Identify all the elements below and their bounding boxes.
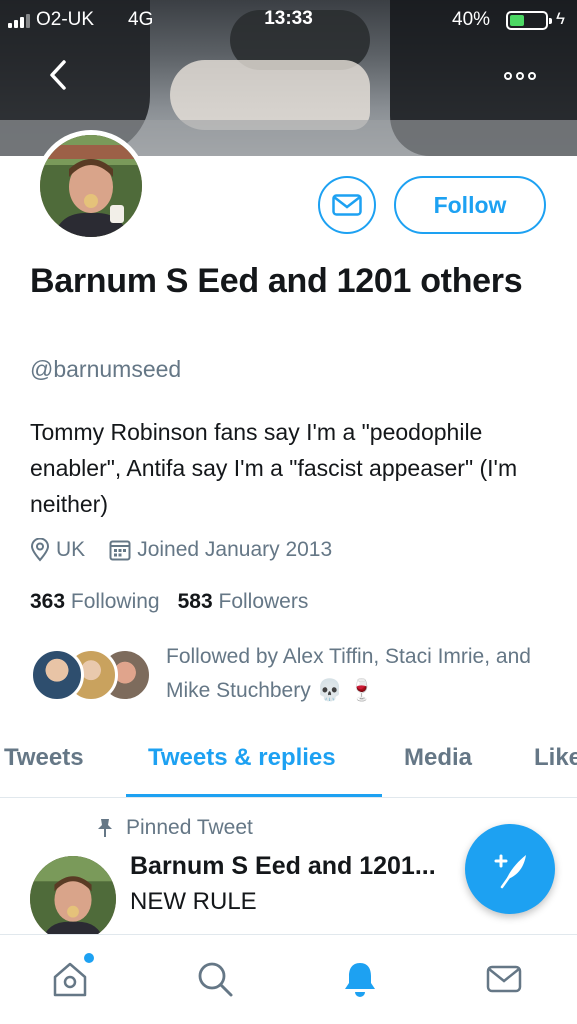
location-pin-icon [30,538,50,562]
chevron-left-icon [50,60,66,90]
location-label: UK [56,538,86,561]
profile-name: Barnum S Eed and 1201 others [30,262,523,300]
profile-bio: Tommy Robinson fans say I'm a "peodophil… [30,419,518,517]
envelope-icon [332,194,362,216]
bottom-navigation [0,934,577,1024]
avatar-photo [40,135,142,237]
tab-tweets-and-replies[interactable]: Tweets & replies [148,744,336,772]
nav-home[interactable] [48,953,94,1001]
clock: 13:33 [264,8,313,29]
pinned-label-text: Pinned Tweet [126,816,253,839]
calendar-icon [109,540,131,561]
profile-meta: UK Joined January 2013 [30,538,356,562]
charging-icon: ϟ [556,9,565,28]
follow-button[interactable]: Follow [394,176,546,234]
more-dot-icon [504,72,512,80]
followers-count: 583 [177,590,213,613]
following-link[interactable]: 363 Following [30,590,160,614]
nav-search[interactable] [193,957,237,1001]
tweet-text[interactable]: NEW RULE [130,888,257,916]
tab-likes[interactable]: Likes [534,744,577,772]
pin-icon [98,819,112,837]
profile-tabs: Tweets Tweets & replies Media Likes [0,730,577,798]
join-date: Joined January 2013 [109,538,332,562]
battery-icon [506,11,552,30]
following-count: 363 [30,590,66,613]
search-icon [198,962,233,997]
home-icon [53,962,87,997]
followers-label: Followers [218,590,309,613]
following-label: Following [70,590,160,613]
battery-percent: 40% [452,9,491,30]
tab-tweets[interactable]: Tweets [4,744,84,772]
messages-icon [486,965,522,993]
message-button[interactable] [318,176,376,234]
notifications-icon [345,963,375,997]
tweet-author-name[interactable]: Barnum S Eed and 1201... [130,852,436,881]
active-tab-indicator [126,794,382,797]
profile-avatar[interactable] [35,130,147,242]
tab-media[interactable]: Media [404,744,472,772]
more-dot-icon [528,72,536,80]
avatar-photo [30,856,116,942]
tweet-author-avatar[interactable] [30,856,116,942]
pinned-tweet-label: Pinned Tweet [96,816,253,840]
nav-notifications[interactable] [338,957,382,1001]
more-dot-icon [516,72,524,80]
followed-by-avatars [30,648,160,702]
location: UK [30,538,85,562]
more-options-button[interactable] [496,60,544,92]
followed-by-text: Followed by Alex Tiffin, Staci Imrie, an… [166,645,531,702]
notification-dot [84,953,94,963]
followed-by[interactable]: Followed by Alex Tiffin, Staci Imrie, an… [30,640,560,710]
profile-handle: @barnumseed [30,356,182,382]
followers-link[interactable]: 583 Followers [178,590,309,614]
compose-tweet-button[interactable] [465,824,555,914]
back-button[interactable] [38,55,78,95]
follow-stats: 363 Following 583 Followers [30,590,308,614]
joined-label: Joined January 2013 [137,538,333,561]
avatar [30,648,84,702]
compose-feather-icon [494,854,526,889]
status-bar: O2-UK 4G 13:33 40% ϟ [0,0,577,40]
nav-messages[interactable] [482,957,526,1001]
